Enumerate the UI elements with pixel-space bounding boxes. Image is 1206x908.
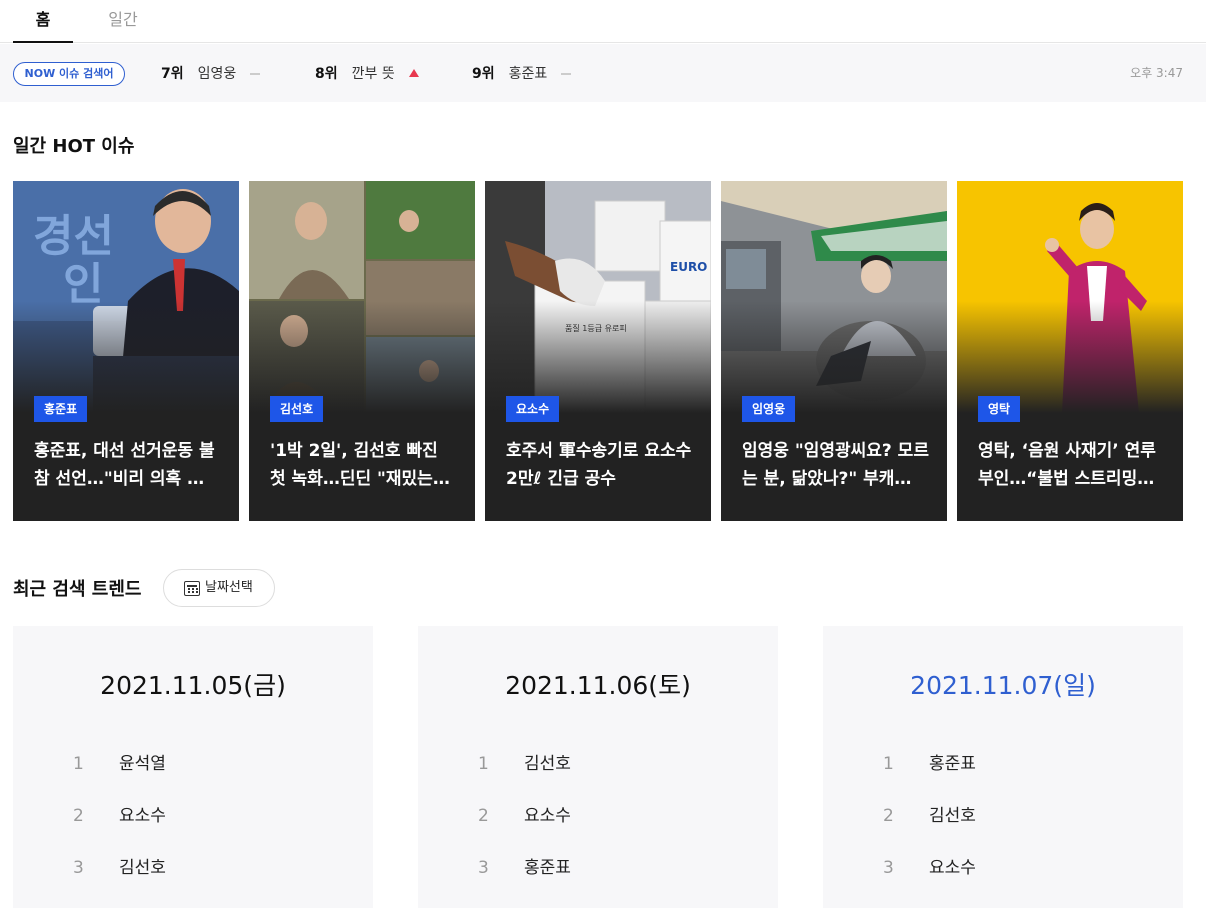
trend-date: 2021.11.06(토) — [505, 671, 691, 700]
rank-number: 8위 — [315, 66, 338, 82]
trend-keyword: 김선호 — [929, 806, 976, 826]
trend-keyword: 홍준표 — [929, 754, 976, 774]
trend-column: 2021.11.07(일) 1 홍준표 2 김선호 3 요소수 — [823, 626, 1183, 908]
trend-rank: 2 — [883, 806, 894, 826]
trend-rank: 3 — [73, 858, 84, 878]
calendar-icon — [184, 581, 200, 596]
card-headline: '1박 2일', 김선호 빠진 첫 녹화…딘딘 "재밌는데… — [270, 441, 438, 489]
svg-text:경선: 경선 — [33, 211, 114, 262]
now-rank-item[interactable]: 8위 깐부 뜻 — [315, 62, 419, 86]
card-tag: 홍준표 — [34, 396, 88, 422]
trend-date-selected: 2021.11.07(일) — [910, 671, 1096, 700]
rank-number: 9위 — [472, 66, 495, 82]
trend-keyword: 요소수 — [119, 806, 166, 826]
trends-section-title: 최근 검색 트렌드 — [13, 579, 142, 600]
trend-row[interactable]: 1 홍준표 — [883, 752, 976, 776]
trend-row[interactable]: 3 홍준표 — [478, 856, 571, 880]
date-select-button[interactable]: 날짜선택 — [163, 569, 275, 607]
rank-number: 7위 — [161, 66, 184, 82]
card-tag: 임영웅 — [742, 396, 796, 422]
tab-home[interactable]: 홈 — [13, 0, 73, 43]
rank-keyword: 깐부 뜻 — [351, 66, 395, 82]
card-tag: 영탁 — [978, 396, 1021, 422]
trend-row[interactable]: 2 김선호 — [883, 804, 976, 828]
trend-row[interactable]: 1 김선호 — [478, 752, 571, 776]
trend-keyword: 요소수 — [524, 806, 571, 826]
trend-row[interactable]: 3 김선호 — [73, 856, 166, 880]
trend-rank: 2 — [478, 806, 489, 826]
hot-card[interactable]: 임영웅 임영웅 "임영광씨요? 모르는 분, 닮았나?" 부캐… — [721, 181, 947, 521]
trend-rank: 3 — [478, 858, 489, 878]
card-headline: 영탁, ‘음원 사재기’ 연루 부인…“불법 스트리밍… — [978, 441, 1156, 489]
now-issue-bar: NOW 이슈 검색어 7위 임영웅 8위 깐부 뜻 9위 홍준표 오후 3:47 — [0, 44, 1206, 102]
trend-keyword: 김선호 — [524, 754, 571, 774]
tab-daily[interactable]: 일간 — [93, 0, 153, 43]
hot-card[interactable]: 품질 1등급 유로피 EURO 요소수 호주서 軍수송기로 요소수 2만ℓ 긴급… — [485, 181, 711, 521]
trend-rank: 1 — [883, 754, 894, 774]
date-select-label: 날짜선택 — [205, 580, 253, 595]
now-rank-item[interactable]: 7위 임영웅 — [161, 62, 261, 86]
trend-rank: 3 — [883, 858, 894, 878]
card-headline: 홍준표, 대선 선거운동 불참 선언…"비리 의혹 … — [34, 441, 215, 489]
trend-rank: 2 — [73, 806, 84, 826]
rank-keyword: 임영웅 — [197, 66, 237, 82]
card-headline: 호주서 軍수송기로 요소수 2만ℓ 긴급 공수 — [506, 441, 692, 489]
trend-flat-icon — [561, 73, 572, 75]
trend-row[interactable]: 3 요소수 — [883, 856, 976, 880]
trend-keyword: 윤석열 — [119, 754, 166, 774]
trend-rank: 1 — [73, 754, 84, 774]
trend-row[interactable]: 2 요소수 — [478, 804, 571, 828]
hot-card[interactable]: 김선호 '1박 2일', 김선호 빠진 첫 녹화…딘딘 "재밌는데… — [249, 181, 475, 521]
trend-keyword: 홍준표 — [524, 858, 571, 878]
trend-column: 2021.11.06(토) 1 김선호 2 요소수 3 홍준표 — [418, 626, 778, 908]
hot-card[interactable]: 경선 인 홍준표 홍준표, 대선 선거운동 불참 선언…"비리 의혹 … — [13, 181, 239, 521]
card-tag: 요소수 — [506, 396, 560, 422]
trend-keyword: 김선호 — [119, 858, 166, 878]
trend-flat-icon — [250, 73, 261, 75]
trend-column: 2021.11.05(금) 1 윤석열 2 요소수 3 김선호 — [13, 626, 373, 908]
trend-keyword: 요소수 — [929, 858, 976, 878]
trend-date: 2021.11.05(금) — [100, 671, 286, 700]
card-headline: 임영웅 "임영광씨요? 모르는 분, 닮았나?" 부캐… — [742, 441, 929, 489]
svg-text:EURO: EURO — [670, 260, 707, 274]
top-tabs: 홈 일간 — [0, 0, 1206, 43]
rank-keyword: 홍준표 — [508, 66, 548, 82]
card-tag: 김선호 — [270, 396, 324, 422]
now-rank-item[interactable]: 9위 홍준표 — [472, 62, 572, 86]
update-time: 오후 3:47 — [1130, 66, 1183, 80]
hot-cards: 경선 인 홍준표 홍준표, 대선 선거운동 불참 선언…"비리 의혹 … 김선호… — [13, 181, 1183, 521]
trend-up-icon — [408, 68, 419, 77]
trend-row[interactable]: 2 요소수 — [73, 804, 166, 828]
trend-rank: 1 — [478, 754, 489, 774]
hot-section-title: 일간 HOT 이슈 — [13, 136, 135, 157]
trend-row[interactable]: 1 윤석열 — [73, 752, 166, 776]
now-issue-pill[interactable]: NOW 이슈 검색어 — [13, 62, 125, 86]
hot-card[interactable]: 영탁 영탁, ‘음원 사재기’ 연루 부인…“불법 스트리밍… — [957, 181, 1183, 521]
